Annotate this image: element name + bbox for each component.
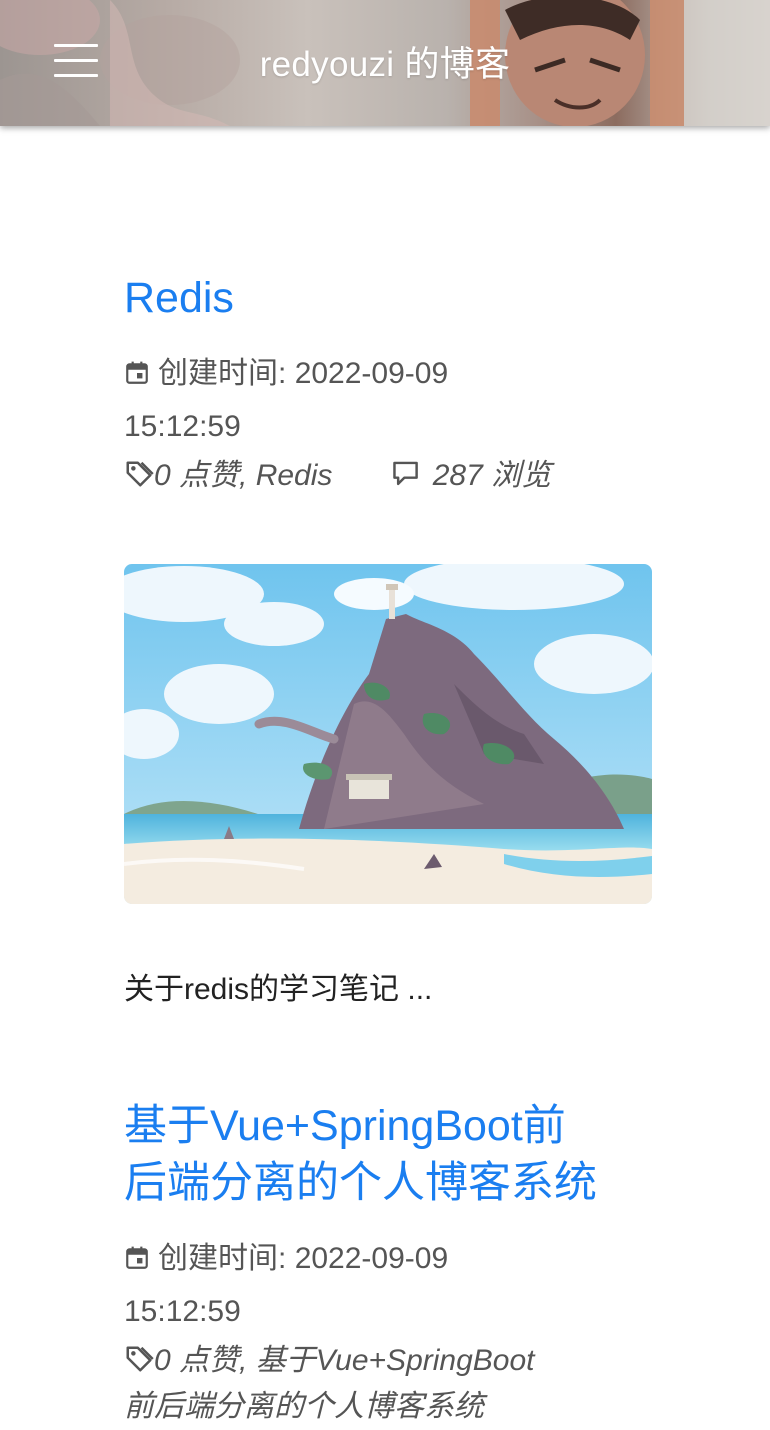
site-title[interactable]: redyouzi 的博客 [0, 36, 770, 87]
date-label: 创建时间: [158, 357, 287, 390]
post-tag-line2[interactable]: 前后端分离的个人博客系统 [124, 1390, 484, 1423]
post-card-vue-springboot: 基于Vue+SpringBoot前 后端分离的个人博客系统 创建时间: 2022… [124, 1098, 652, 1430]
likes-count: 0 点赞, [154, 459, 248, 492]
date-value: 2022-09-09 [294, 357, 449, 390]
post-created-date: 创建时间: 2022-09-09 15:12:59 [124, 347, 652, 453]
tag-icon [126, 1346, 154, 1372]
post-created-date: 创建时间: 2022-09-09 15:12:59 [124, 1232, 652, 1338]
calendar-icon [126, 361, 148, 384]
post-cover-image[interactable] [124, 564, 652, 904]
post-excerpt: 关于redis的学习笔记 ... [124, 973, 433, 1006]
post-tag-line1[interactable]: 基于Vue+SpringBoot [256, 1344, 535, 1377]
post-tag-redis[interactable]: Redis [256, 459, 333, 492]
calendar-icon [126, 1246, 148, 1269]
post-title-line1: 基于Vue+SpringBoot前 [124, 1102, 566, 1150]
time-value: 15:12:59 [124, 1295, 241, 1328]
date-value: 2022-09-09 [294, 1242, 449, 1275]
post-title-line2: 后端分离的个人博客系统 [124, 1159, 597, 1207]
tag-icon [126, 461, 154, 487]
likes-count: 0 点赞, [154, 1344, 248, 1377]
views-count: 287 浏览 [432, 459, 552, 492]
post-title-link[interactable]: 基于Vue+SpringBoot前 后端分离的个人博客系统 [124, 1098, 652, 1212]
post-title-link[interactable]: Redis [124, 270, 652, 327]
time-value: 15:12:59 [124, 410, 241, 443]
post-card-redis: Redis 创建时间: 2022-09-09 15:12:59 0 点赞, Re… [124, 270, 652, 499]
post-stats: 0 点赞, Redis 287 浏览 [124, 453, 652, 499]
date-label: 创建时间: [158, 1242, 287, 1275]
comment-icon [393, 461, 419, 486]
post-stats: 0 点赞, 基于Vue+SpringBoot 前后端分离的个人博客系统 [124, 1338, 652, 1430]
site-header: redyouzi 的博客 [0, 0, 770, 126]
cover-illustration [124, 564, 652, 904]
